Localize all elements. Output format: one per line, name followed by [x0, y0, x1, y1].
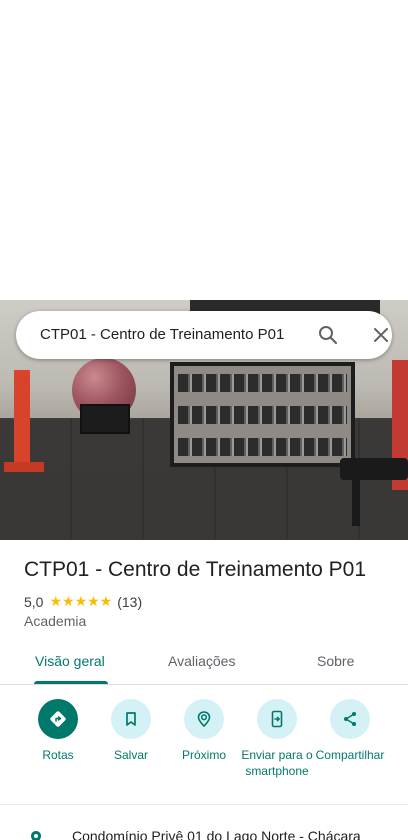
- directions-icon: [38, 699, 78, 739]
- directions-label: Rotas: [42, 748, 74, 762]
- search-query[interactable]: CTP01 - Centro de Treinamento P01: [40, 326, 290, 343]
- nearby-button[interactable]: Próximo: [166, 699, 242, 763]
- location-pin-icon: [28, 830, 44, 840]
- directions-button[interactable]: Rotas: [20, 699, 96, 763]
- photo-bench-leg: [352, 478, 360, 526]
- photo-bench: [340, 458, 408, 480]
- tab-overview[interactable]: Visão geral: [35, 653, 105, 669]
- bookmark-icon: [111, 699, 151, 739]
- nearby-label: Próximo: [181, 748, 226, 762]
- share-button[interactable]: Compartilhar: [312, 699, 388, 763]
- place-tabs: Visão geral Avaliações Sobre: [0, 640, 408, 685]
- photo-red-pillar: [14, 370, 30, 470]
- send-to-phone-label: Enviar para o smartphone: [241, 748, 313, 778]
- place-category[interactable]: Academia: [24, 613, 86, 629]
- tab-about[interactable]: Sobre: [317, 653, 354, 669]
- share-icon: [330, 699, 370, 739]
- tab-reviews[interactable]: Avaliações: [168, 653, 235, 669]
- address-text[interactable]: Condomínio Privê 01 do Lago Norte - Chác…: [72, 828, 361, 840]
- search-icon[interactable]: [316, 323, 340, 347]
- rack-row: [178, 374, 347, 392]
- photo-dumbbell-rack: [170, 362, 355, 467]
- section-divider: [0, 804, 408, 805]
- photo-crate: [80, 404, 130, 434]
- rating-value: 5,0: [24, 593, 44, 610]
- send-to-phone-icon: [257, 699, 297, 739]
- save-button[interactable]: Salvar: [93, 699, 169, 763]
- share-label: Compartilhar: [315, 748, 385, 762]
- rack-row: [178, 406, 347, 424]
- close-icon[interactable]: [369, 323, 393, 347]
- rack-row: [178, 438, 347, 456]
- send-to-phone-button[interactable]: Enviar para o smartphone: [239, 699, 315, 779]
- photo-red-pillar-base: [4, 462, 44, 472]
- map-blank-area: [0, 0, 408, 300]
- rating-summary[interactable]: 5,0 ★★★★★ (13): [24, 593, 142, 610]
- rating-stars-icon: ★★★★★: [49, 593, 113, 609]
- nearby-icon: [184, 699, 224, 739]
- reviews-count: (13): [117, 593, 143, 610]
- save-label: Salvar: [113, 748, 148, 762]
- place-title: CTP01 - Centro de Treinamento P01: [24, 558, 367, 581]
- search-bar[interactable]: CTP01 - Centro de Treinamento P01: [16, 311, 392, 359]
- active-tab-indicator: [34, 681, 108, 684]
